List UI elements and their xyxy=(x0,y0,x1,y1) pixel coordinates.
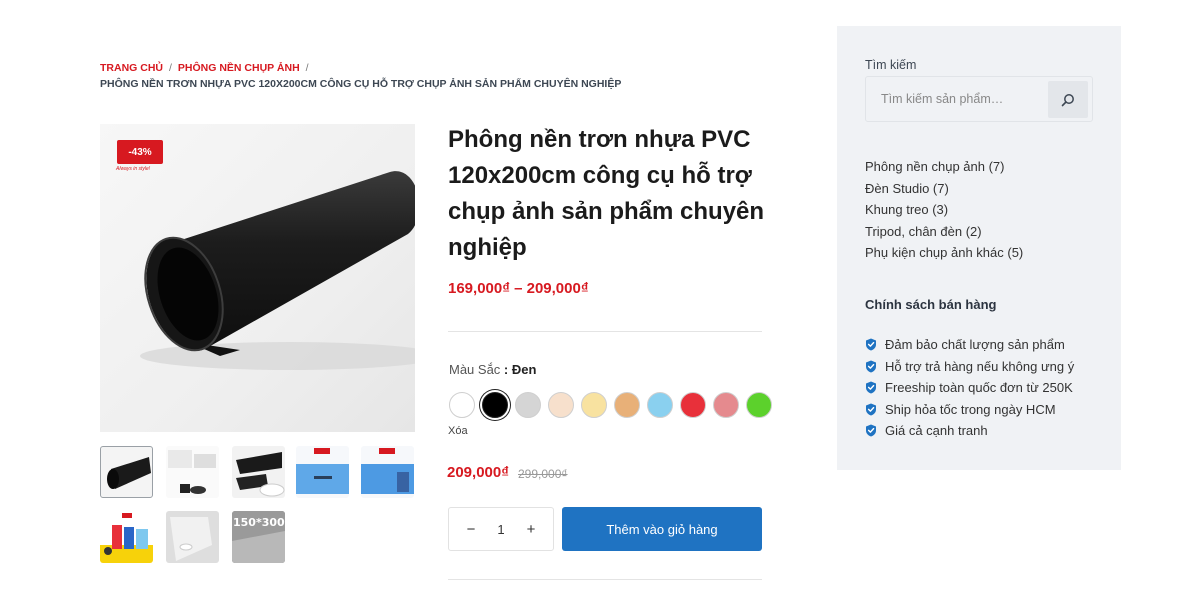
category-link[interactable]: Phụ kiện chụp ảnh khác (5) xyxy=(865,242,1023,264)
divider xyxy=(448,331,762,332)
breadcrumb-home-link[interactable]: TRANG CHỦ xyxy=(100,62,163,74)
policy-text: Hỗ trợ trả hàng nếu không ưng ý xyxy=(885,358,1075,374)
thumbnail-color-rolls[interactable] xyxy=(100,511,153,563)
thumbnail-size-text: 150*300 xyxy=(233,516,285,529)
policy-title: Chính sách bán hàng xyxy=(865,297,997,312)
shield-check-icon xyxy=(866,403,876,416)
search-label: Tìm kiếm xyxy=(865,58,917,72)
quantity-stepper: − 1 + xyxy=(448,507,554,551)
shield-check-icon xyxy=(866,424,876,437)
category-link[interactable]: Tripod, chân đèn (2) xyxy=(865,221,1023,243)
color-swatch[interactable] xyxy=(614,392,640,418)
policy-item: Hỗ trợ trả hàng nếu không ưng ý xyxy=(865,356,1074,378)
color-swatch[interactable] xyxy=(647,392,673,418)
color-swatch[interactable] xyxy=(548,392,574,418)
policy-text: Ship hỏa tốc trong ngày HCM xyxy=(885,401,1056,417)
thumbnail-gray-size[interactable]: 150*300 xyxy=(232,511,285,563)
thumbnail-black-roll[interactable] xyxy=(100,446,153,498)
quantity-decrease-button[interactable]: − xyxy=(464,521,478,538)
shield-check-icon xyxy=(866,360,876,373)
selected-color-value: Đen xyxy=(511,362,537,377)
sale-price: 209,000₫ xyxy=(447,464,509,481)
blue-pvc-water-thumb-icon xyxy=(361,448,414,494)
search-button[interactable] xyxy=(1048,81,1088,118)
color-sep: : xyxy=(500,362,512,377)
breadcrumb-separator: / xyxy=(305,62,309,74)
policy-item: Freeship toàn quốc đơn từ 250K xyxy=(865,377,1074,399)
color-swatch[interactable] xyxy=(482,392,508,418)
white-curved-thumb-icon xyxy=(170,517,212,561)
policy-text: Freeship toàn quốc đơn từ 250K xyxy=(885,380,1073,395)
clear-selection-link[interactable]: Xóa xyxy=(448,425,468,437)
policy-item: Ship hỏa tốc trong ngày HCM xyxy=(865,399,1074,421)
search-input[interactable]: Tìm kiếm sản phẩm… xyxy=(881,77,1003,121)
color-swatch[interactable] xyxy=(515,392,541,418)
color-swatch[interactable] xyxy=(680,392,706,418)
policy-text: Đảm bảo chất lượng sản phẩm xyxy=(885,337,1065,352)
search-icon xyxy=(1061,93,1074,106)
sidebar: Tìm kiếm Tìm kiếm sản phẩm… Phông nền ch… xyxy=(837,26,1121,470)
thumbnail-white-studio[interactable] xyxy=(166,446,219,498)
breadcrumb: TRANG CHỦ / PHÔNG NỀN CHỤP ẢNH / PHÔNG NỀN … xyxy=(100,60,740,92)
thumbnail-black-white-rolls[interactable] xyxy=(232,446,285,498)
color-attribute-label: Màu Sắc : Đen xyxy=(449,362,536,377)
black-roll-thumb-icon xyxy=(107,457,151,489)
divider xyxy=(448,579,762,580)
color-swatch[interactable] xyxy=(581,392,607,418)
color-swatch-group xyxy=(449,392,772,418)
policy-list: Đảm bảo chất lượng sản phẩm Hỗ trợ trả hà… xyxy=(865,334,1074,442)
category-link[interactable]: Phông nền chụp ảnh (7) xyxy=(865,156,1023,178)
color-swatch[interactable] xyxy=(713,392,739,418)
shield-check-icon xyxy=(866,381,876,394)
badge-tagline: Always in style! xyxy=(116,166,151,172)
shield-check-icon xyxy=(866,338,876,351)
thumbnail-blue-pvc-water[interactable] xyxy=(361,446,414,498)
color-rolls-thumb-icon xyxy=(100,513,153,563)
price-range: 169,000₫ – 209,000₫ xyxy=(448,280,589,297)
policy-item: Giá cả cạnh tranh xyxy=(865,420,1074,442)
search-field: Tìm kiếm sản phẩm… xyxy=(865,76,1093,122)
white-studio-thumb-icon xyxy=(168,450,216,494)
blue-pvc-thumb-icon xyxy=(296,448,349,494)
color-label-text: Màu Sắc xyxy=(449,362,501,377)
category-link[interactable]: Đèn Studio (7) xyxy=(865,178,1023,200)
product-title: Phông nền trơn nhựa PVC 120x200cm công c… xyxy=(448,126,765,261)
category-list: Phông nền chụp ảnh (7) Đèn Studio (7) Khun… xyxy=(865,156,1023,264)
thumbnail-white-curved[interactable] xyxy=(166,511,219,563)
policy-text: Giá cả cạnh tranh xyxy=(885,423,988,438)
original-price: 299,000₫ xyxy=(518,467,568,481)
breadcrumb-separator: / xyxy=(169,62,172,74)
thumbnail-blue-pvc[interactable] xyxy=(296,446,349,498)
quantity-increase-button[interactable]: + xyxy=(524,521,538,538)
color-swatch[interactable] xyxy=(746,392,772,418)
category-link[interactable]: Khung treo (3) xyxy=(865,199,1023,221)
color-swatch[interactable] xyxy=(449,392,475,418)
policy-item: Đảm bảo chất lượng sản phẩm xyxy=(865,334,1074,356)
black-white-rolls-thumb-icon xyxy=(236,452,285,497)
breadcrumb-current: PHÔNG NỀN TRƠN NHỰA PVC 120X200CM CÔNG C… xyxy=(100,78,622,90)
discount-badge: -43% xyxy=(117,140,163,164)
add-to-cart-button[interactable]: Thêm vào giỏ hàng xyxy=(562,507,762,551)
quantity-input[interactable]: 1 xyxy=(497,522,504,537)
breadcrumb-category-link[interactable]: PHÔNG NỀN CHỤP ẢNH xyxy=(178,62,300,74)
